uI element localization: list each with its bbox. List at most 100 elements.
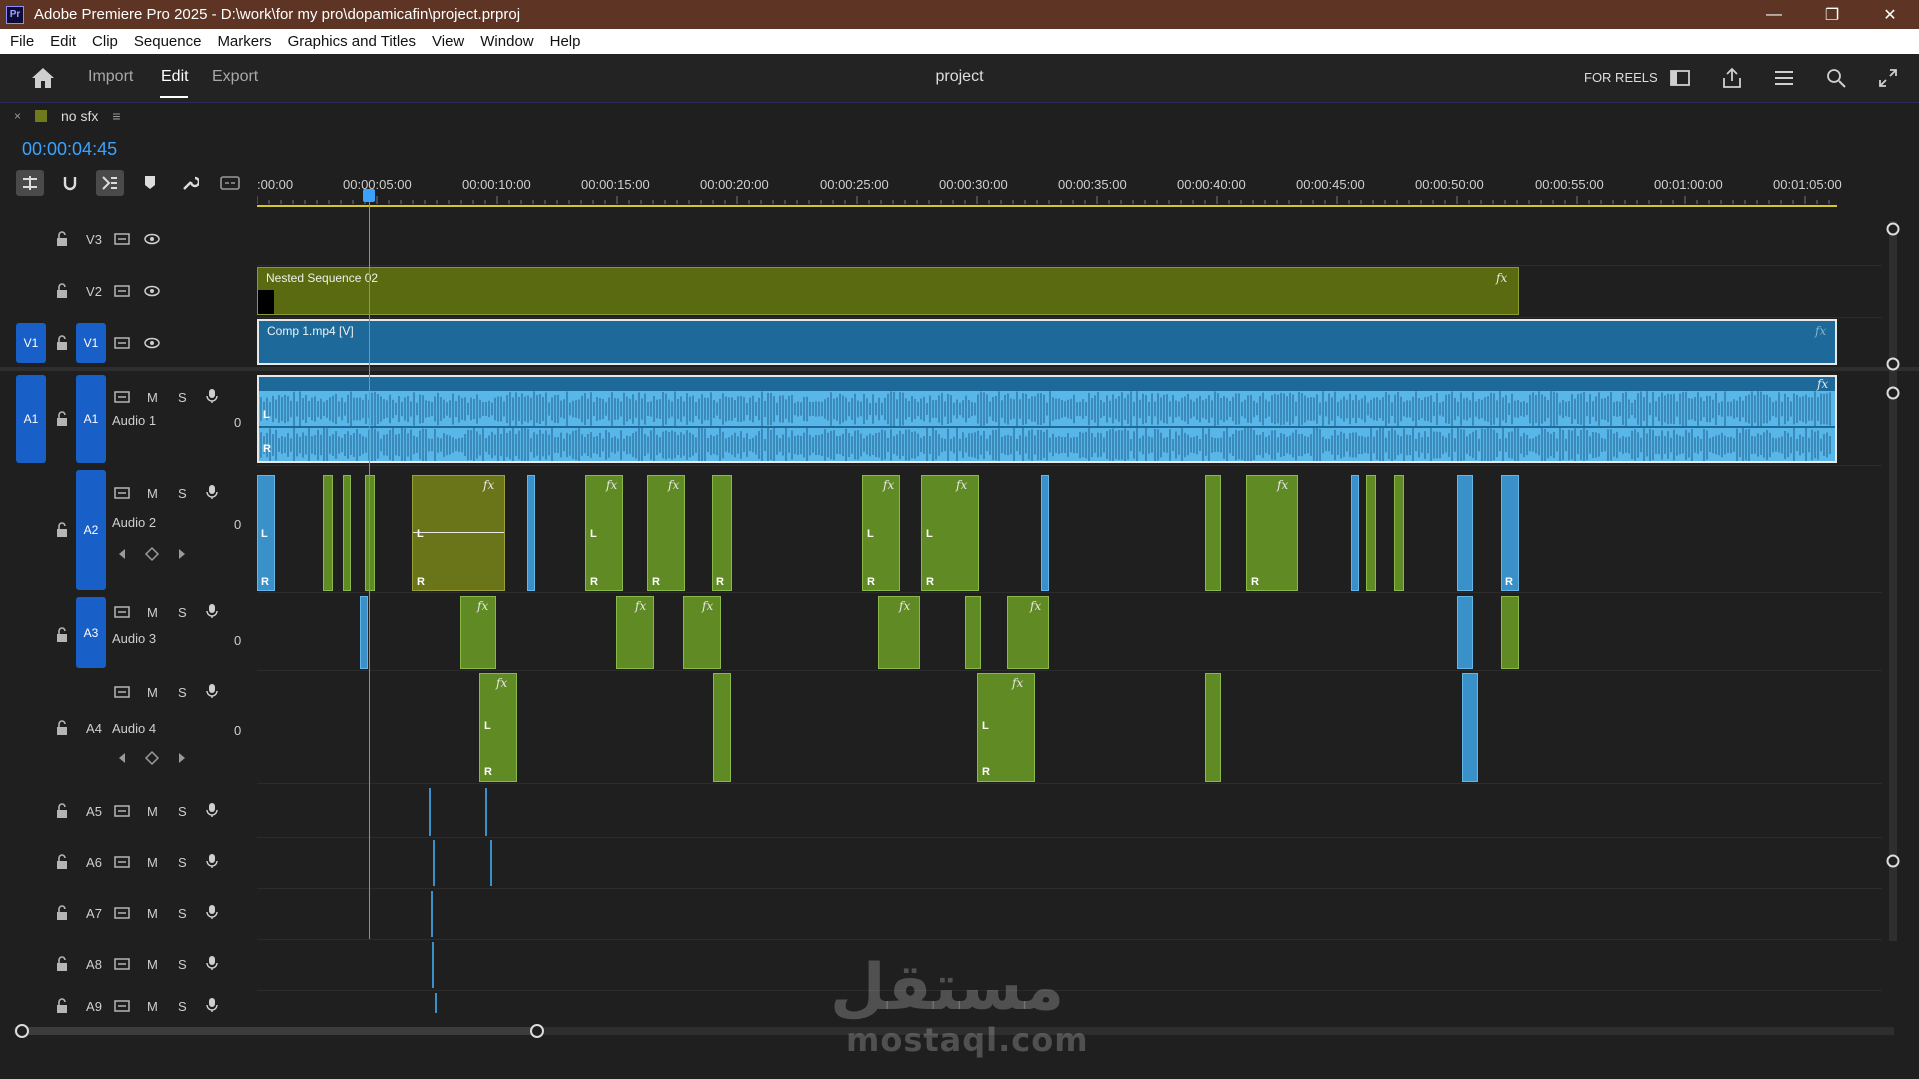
mute-button[interactable]: M <box>147 605 158 620</box>
track-volume[interactable]: 0 <box>234 723 241 738</box>
source-patch-a1[interactable]: A1 <box>16 375 46 463</box>
menu-view[interactable]: View <box>432 33 464 50</box>
track-target-a1[interactable]: A1 <box>76 375 106 463</box>
lock-icon[interactable] <box>54 283 70 299</box>
mute-button[interactable]: M <box>147 390 158 405</box>
audio-clip-sliver[interactable] <box>429 788 431 836</box>
snap-magnet-icon[interactable] <box>56 170 84 196</box>
track-label[interactable]: A7 <box>80 906 108 921</box>
mute-button[interactable]: M <box>147 804 158 819</box>
track-volume[interactable]: 0 <box>234 517 241 532</box>
vertical-scrollbar[interactable] <box>1886 221 1900 941</box>
track-label[interactable]: A6 <box>80 855 108 870</box>
timeline-track-area[interactable]: Nested Sequence 02 fx Comp 1.mp4 [V] fx … <box>257 213 1882 1013</box>
add-keyframe-icon[interactable] <box>144 750 160 766</box>
track-name[interactable]: Audio 3 <box>112 631 156 646</box>
audio-clip-sliver[interactable] <box>433 840 435 886</box>
volume-rubber-band[interactable] <box>413 532 504 533</box>
sync-lock-icon[interactable] <box>114 803 130 819</box>
fx-badge[interactable]: fx <box>496 676 507 690</box>
close-button[interactable]: ✕ <box>1861 0 1919 29</box>
lock-icon[interactable] <box>54 998 70 1013</box>
workspace-preset[interactable]: FOR REELS <box>1584 70 1658 85</box>
audio-clip[interactable] <box>343 475 351 591</box>
fx-badge[interactable]: fx <box>1496 271 1507 285</box>
menu-edit[interactable]: Edit <box>50 33 76 50</box>
track-label[interactable]: A9 <box>80 999 108 1013</box>
fx-badge[interactable]: fx <box>956 478 967 492</box>
eye-icon[interactable] <box>144 335 160 351</box>
mute-button[interactable]: M <box>147 957 158 972</box>
lock-icon[interactable] <box>54 854 70 870</box>
playhead-timecode[interactable]: 00:00:04:45 <box>22 139 117 160</box>
previous-keyframe-icon[interactable] <box>114 546 130 562</box>
fx-badge[interactable]: fx <box>1815 324 1826 338</box>
solo-button[interactable]: S <box>178 906 187 921</box>
share-icon[interactable] <box>1720 66 1744 90</box>
fx-badge[interactable]: fx <box>606 478 617 492</box>
audio-clip[interactable]: fx <box>460 596 496 669</box>
lock-icon[interactable] <box>54 411 70 427</box>
audio-clip[interactable]: fx R <box>1246 475 1298 591</box>
solo-button[interactable]: S <box>178 486 187 501</box>
mute-button[interactable]: M <box>147 906 158 921</box>
microphone-icon[interactable] <box>204 603 220 619</box>
eye-icon[interactable] <box>144 231 160 247</box>
audio-clip[interactable] <box>1501 596 1519 669</box>
lock-icon[interactable] <box>54 231 70 247</box>
microphone-icon[interactable] <box>204 997 220 1013</box>
track-target-a2[interactable]: A2 <box>76 470 106 590</box>
menu-markers[interactable]: Markers <box>217 33 271 50</box>
sync-lock-icon[interactable] <box>114 684 130 700</box>
audio-clip[interactable] <box>323 475 333 591</box>
audio-clip[interactable]: L R <box>257 475 275 591</box>
microphone-icon[interactable] <box>204 904 220 920</box>
mute-button[interactable]: M <box>147 855 158 870</box>
mute-button[interactable]: M <box>147 486 158 501</box>
audio-clip[interactable]: fx <box>683 596 721 669</box>
solo-button[interactable]: S <box>178 605 187 620</box>
fx-badge[interactable]: fx <box>483 478 494 492</box>
lock-icon[interactable] <box>54 335 70 351</box>
fx-badge[interactable]: fx <box>477 599 488 613</box>
audio-clip-sliver[interactable] <box>485 788 487 836</box>
sync-lock-icon[interactable] <box>114 485 130 501</box>
audio-clip-sliver[interactable] <box>490 840 492 886</box>
microphone-icon[interactable] <box>204 388 220 404</box>
track-target-a3[interactable]: A3 <box>76 597 106 668</box>
audio-clip[interactable] <box>1041 475 1049 591</box>
microphone-icon[interactable] <box>204 683 220 699</box>
audio-clip[interactable] <box>1366 475 1376 591</box>
playhead-line[interactable] <box>369 199 370 939</box>
lock-icon[interactable] <box>54 522 70 538</box>
video-audio-divider[interactable] <box>0 367 1919 371</box>
audio-clip[interactable] <box>1462 673 1478 782</box>
audio-clip[interactable] <box>360 596 368 669</box>
audio-clip-sliver[interactable] <box>431 891 433 937</box>
audio-clip[interactable] <box>527 475 535 591</box>
solo-button[interactable]: S <box>178 390 187 405</box>
sync-lock-icon[interactable] <box>114 283 130 299</box>
clip-audio-1[interactable]: L R fx <box>257 375 1837 463</box>
mute-button[interactable]: M <box>147 685 158 700</box>
minimize-button[interactable]: — <box>1745 0 1803 29</box>
fx-badge[interactable]: fx <box>702 599 713 613</box>
fx-badge[interactable]: fx <box>1030 599 1041 613</box>
microphone-icon[interactable] <box>204 955 220 971</box>
mute-button[interactable]: M <box>147 999 158 1013</box>
fx-badge[interactable]: fx <box>899 599 910 613</box>
fx-badge[interactable]: fx <box>1277 478 1288 492</box>
menu-graphics-and-titles[interactable]: Graphics and Titles <box>288 33 416 50</box>
fullscreen-icon[interactable] <box>1876 66 1900 90</box>
solo-button[interactable]: S <box>178 999 187 1013</box>
solo-button[interactable]: S <box>178 855 187 870</box>
audio-clip[interactable] <box>1394 475 1404 591</box>
linked-selection-icon[interactable] <box>96 170 124 196</box>
fx-badge[interactable]: fx <box>1012 676 1023 690</box>
audio-clip[interactable] <box>1205 673 1221 782</box>
time-ruler[interactable]: :00:00 00:00:05:00 00:00:10:00 00:00:15:… <box>257 169 1897 213</box>
sync-lock-icon[interactable] <box>114 604 130 620</box>
audio-clip[interactable] <box>1457 475 1473 591</box>
insert-sequence-as-nest-icon[interactable] <box>16 170 44 196</box>
audio-clip[interactable]: fx L R <box>921 475 979 591</box>
